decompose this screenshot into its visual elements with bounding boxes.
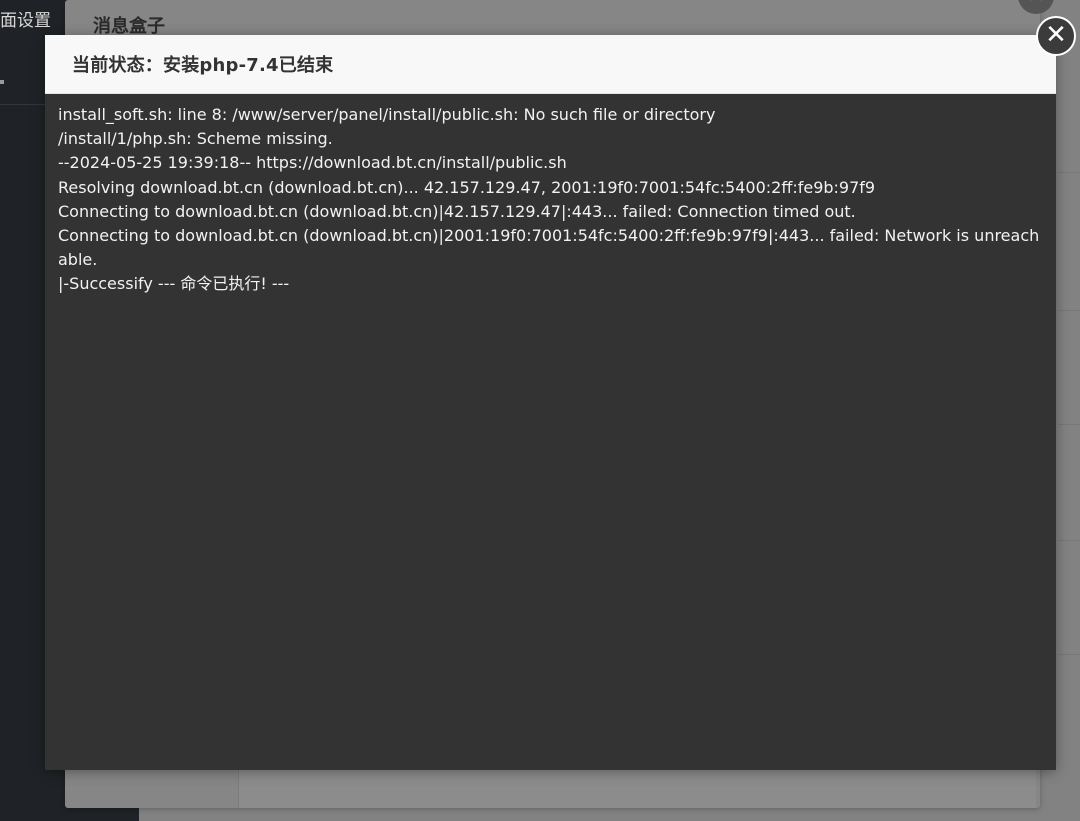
log-line: |-Successify --- 命令已执行! --- <box>58 274 290 294</box>
modal-title: 当前状态：安装php-7.4已结束 <box>72 55 334 76</box>
modal-header: 当前状态：安装php-7.4已结束 <box>45 35 1056 94</box>
log-line: Connecting to download.bt.cn (download.b… <box>58 226 1040 270</box>
sidebar-item-label[interactable]: 面设置 <box>0 6 60 31</box>
log-line: Connecting to download.bt.cn (download.b… <box>58 201 856 221</box>
log-line: Resolving download.bt.cn (download.bt.cn… <box>58 177 876 197</box>
log-line: install_soft.sh: line 8: /www/server/pan… <box>58 105 716 124</box>
install-log: install_soft.sh: line 8: /www/server/pan… <box>45 94 1056 297</box>
install-status-modal: 当前状态：安装php-7.4已结束 install_soft.sh: line … <box>45 35 1056 770</box>
background-rows <box>1058 0 1080 821</box>
close-icon[interactable]: ✕ <box>1036 16 1076 56</box>
log-line: /install/1/php.sh: Scheme missing. <box>58 129 333 149</box>
log-line: --2024-05-25 19:39:18-- https://download… <box>58 153 567 173</box>
sidebar-item-icon <box>0 80 4 84</box>
